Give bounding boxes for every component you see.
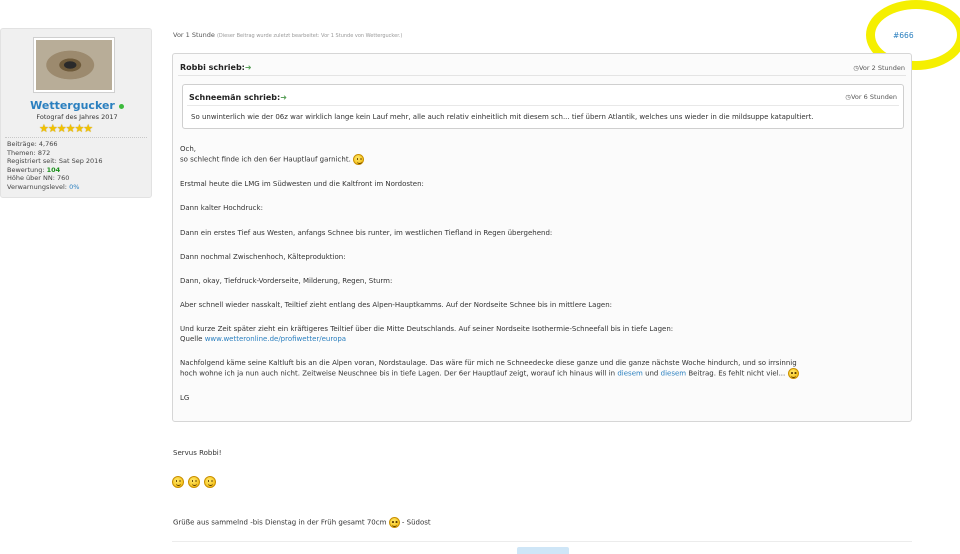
quote-line: Dann nochmal Zwischenhoch, Kälteprodukti… — [180, 252, 346, 261]
stat-height: Höhe über NN: 760 — [7, 174, 70, 183]
quote-line: Aber schnell wieder nasskalt, Teiltief z… — [180, 301, 612, 310]
quote-time: ◷Vor 2 Stunden — [853, 64, 905, 72]
divider — [187, 105, 899, 106]
smiley-icon — [787, 368, 799, 380]
avatar-image — [36, 40, 112, 90]
smiley-icon — [388, 517, 400, 528]
quote-line: Dann kalter Hochdruck: — [180, 204, 263, 213]
smiley-icon — [188, 476, 200, 488]
username-text[interactable]: Wettergucker — [30, 99, 115, 112]
nested-quote-text: So unwinterlich wie der 06z war wirklich… — [191, 113, 814, 121]
edit-note: (Dieser Beitrag wurde zuletzt bearbeitet… — [216, 33, 403, 39]
nested-quote-block: Schneemän schrieb:➜ ◷Vor 6 Stunden So un… — [182, 84, 904, 129]
rating-link[interactable]: 104 — [47, 166, 61, 174]
stat-registered: Registriert seit: Sat Sep 2016 — [7, 157, 103, 166]
username[interactable]: Wettergucker — [1, 99, 153, 112]
divider — [178, 75, 906, 76]
nested-quote-time: ◷Vor 6 Stunden — [845, 93, 897, 101]
diesem-link-2[interactable]: diesem — [661, 370, 686, 378]
quote-line: Dann ein erstes Tief aus Westen, anfangs… — [180, 228, 553, 237]
goto-arrow-icon[interactable]: ➜ — [245, 63, 252, 72]
stat-rating: Bewertung: 104 — [7, 165, 61, 174]
diesem-link-1[interactable]: diesem — [617, 370, 642, 378]
online-status-icon — [118, 103, 124, 109]
nested-quote-author[interactable]: Schneemän schrieb:➜ — [189, 93, 287, 102]
quote-line: LG — [180, 394, 190, 403]
avatar[interactable] — [33, 37, 115, 93]
quote-line: Nachfolgend käme seine Kaltluft bis an d… — [180, 359, 797, 368]
user-profile-card: Wettergucker Fotograf des Jahres 2017 ★★… — [0, 28, 152, 198]
divider — [5, 137, 147, 138]
post-meta: Vor 1 Stunde (Dieser Beitrag wurde zulet… — [173, 31, 402, 39]
user-title: Fotograf des Jahres 2017 — [36, 113, 118, 121]
warning-link[interactable]: 0% — [69, 183, 79, 191]
quote-body: Och, so schlecht finde ich den 6er Haupt… — [180, 145, 902, 404]
smiley-icon — [204, 476, 216, 488]
divider — [172, 541, 912, 542]
quote-line: Und kurze Zeit später zieht ein kräftige… — [180, 325, 674, 334]
reply-greeting: Servus Robbi! — [173, 449, 222, 457]
quote-block: Robbi schrieb:➜ ◷Vor 2 Stunden Schneemän… — [172, 53, 912, 422]
source-link[interactable]: www.wetteronline.de/profiwetter/europa — [205, 335, 346, 343]
reply-closing: Grüße aus sammelnd -bis Dienstag in der … — [173, 517, 431, 528]
post-time: Vor 1 Stunde — [173, 31, 215, 39]
quote-line: Och, — [180, 145, 197, 153]
cheers-smiley-icon — [172, 476, 184, 488]
quote-line: Quelle www.wetteronline.de/profiwetter/e… — [180, 334, 347, 343]
user-stats: Beiträge: 4,766 Themen: 872 Registriert … — [7, 140, 102, 192]
smiley-icon — [353, 154, 365, 166]
rank-stars-icon: ★★★★★★ — [39, 122, 93, 135]
emoji-row — [172, 476, 220, 488]
stat-posts: Beiträge: 4,766 — [7, 140, 58, 148]
post-actions-button[interactable] — [517, 547, 569, 554]
quote-line: so schlecht finde ich den 6er Hauptlauf … — [180, 154, 902, 166]
quote-line: hoch wohne ich ja nun auch nicht. Zeitwe… — [180, 368, 902, 380]
quote-line: Dann, okay, Tiefdruck-Vorderseite, Milde… — [180, 277, 393, 286]
quote-line: Erstmal heute die LMG im Südwesten und d… — [180, 180, 424, 189]
stat-warning: Verwarnungslevel: 0% — [7, 182, 80, 191]
goto-arrow-icon[interactable]: ➜ — [280, 93, 287, 102]
quote-author[interactable]: Robbi schrieb:➜ — [180, 63, 252, 72]
stat-topics: Themen: 872 — [7, 148, 51, 157]
